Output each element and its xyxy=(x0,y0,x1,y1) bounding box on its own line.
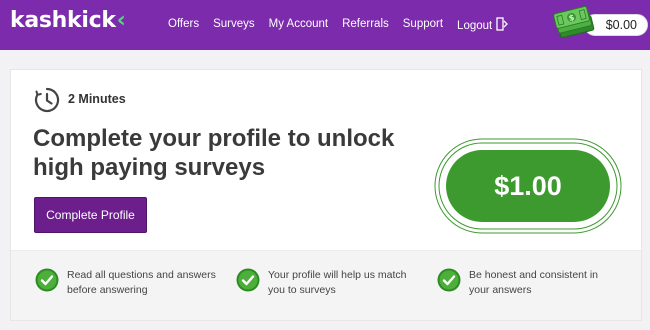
clock-icon xyxy=(34,87,60,113)
tip-2-line-1: Your profile will help us match xyxy=(268,269,407,281)
check-circle-icon xyxy=(437,268,461,292)
cash-stack-icon: $ xyxy=(554,6,595,39)
kashkick-logo[interactable]: kashkick‹ xyxy=(10,8,126,33)
nav-surveys[interactable]: Surveys xyxy=(213,18,255,30)
logo-chevron: ‹ xyxy=(116,8,126,33)
reward-amount: $1.00 xyxy=(494,170,562,201)
tip-1: Read all questions and answers before an… xyxy=(67,268,216,298)
headline-line-1: Complete your profile to unlock xyxy=(33,125,395,152)
tip-1-line-2: before answering xyxy=(67,284,148,296)
balance-widget[interactable]: $0.00 $ xyxy=(554,6,648,40)
nav-offers[interactable]: Offers xyxy=(168,18,199,30)
check-circle-icon xyxy=(236,268,260,292)
headline-line-2: high paying surveys xyxy=(33,154,266,181)
tip-3: Be honest and consistent in your answers xyxy=(469,268,598,298)
tip-3-line-1: Be honest and consistent in xyxy=(469,269,599,281)
logo-text: kashkick xyxy=(10,8,116,33)
nav-logout[interactable]: Logout xyxy=(457,16,509,32)
complete-profile-button[interactable]: Complete Profile xyxy=(34,197,147,233)
offer-headline: Complete your profile to unlock high pay… xyxy=(33,124,433,182)
tip-3-line-2: your answers xyxy=(469,284,532,296)
tip-2-line-2: you to surveys xyxy=(268,284,336,296)
balance-amount: $0.00 xyxy=(605,18,637,32)
nav-support[interactable]: Support xyxy=(403,18,443,30)
top-navigation-bar: kashkick‹ Offers Surveys My Account Refe… xyxy=(0,0,650,50)
reward-badge[interactable]: $1.00 xyxy=(434,138,622,234)
logout-icon xyxy=(496,16,509,31)
survey-duration: 2 Minutes xyxy=(68,92,126,106)
nav-my-account[interactable]: My Account xyxy=(269,18,328,30)
tip-1-line-1: Read all questions and answers xyxy=(67,269,216,281)
main-nav: Offers Surveys My Account Referrals Supp… xyxy=(168,15,509,33)
nav-logout-label: Logout xyxy=(457,19,493,32)
nav-referrals[interactable]: Referrals xyxy=(342,18,389,30)
tip-2: Your profile will help us match you to s… xyxy=(268,268,407,298)
check-circle-icon xyxy=(35,268,59,292)
